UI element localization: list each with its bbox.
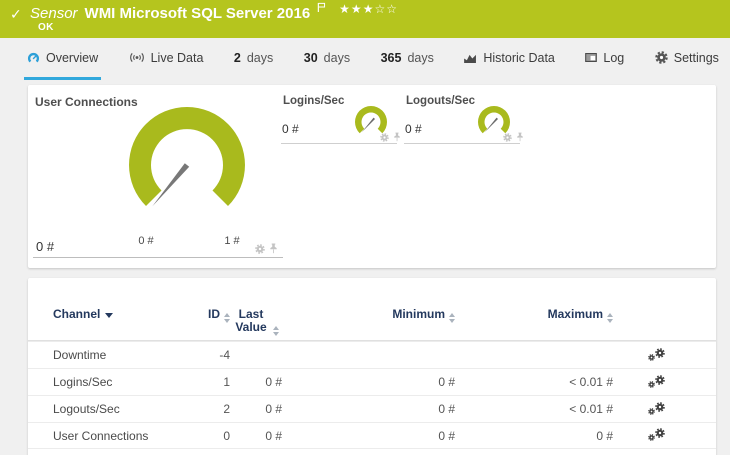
gear-icon bbox=[655, 51, 668, 64]
channel-id: 2 bbox=[223, 402, 230, 416]
tab-30-days[interactable]: 30 days bbox=[301, 38, 353, 80]
gauge-title: Logins/Sec bbox=[283, 95, 345, 107]
tab-2-days-unit: days bbox=[246, 50, 274, 65]
channels-table-panel: Channel ID Last Value Minimum Maximum Do… bbox=[28, 278, 716, 455]
status-badge: OK bbox=[38, 22, 54, 33]
tab-30-days-unit: days bbox=[323, 50, 351, 65]
tab-log[interactable]: Log bbox=[582, 38, 627, 80]
gauge-value: 0 # bbox=[36, 239, 55, 254]
tab-2-days[interactable]: 2 days bbox=[231, 38, 276, 80]
logins-gauge-widget: Logins/Sec 0 # bbox=[281, 93, 400, 144]
channel-id: -4 bbox=[219, 348, 230, 362]
channel-settings-gears-icon[interactable] bbox=[648, 374, 665, 388]
tab-historic-data-label: Historic Data bbox=[483, 50, 555, 65]
channel-minimum: 0 # bbox=[438, 375, 455, 389]
tab-365-days-unit: days bbox=[407, 50, 434, 65]
tab-365-days[interactable]: 365 days bbox=[378, 38, 437, 80]
gauge-pin-icon[interactable] bbox=[516, 132, 524, 142]
tab-settings-label: Settings bbox=[673, 50, 719, 65]
sort-arrows-icon bbox=[607, 313, 613, 323]
channel-last-value: 0 # bbox=[265, 375, 282, 389]
object-kind-label: Sensor bbox=[30, 4, 78, 22]
sensor-title: WMI Microsoft SQL Server 2016 bbox=[84, 4, 311, 22]
table-row-user-connections[interactable]: User Connections 0 0 # 0 # 0 # bbox=[28, 422, 716, 449]
tab-overview[interactable]: Overview bbox=[24, 38, 102, 80]
channel-name[interactable]: Logouts/Sec bbox=[53, 402, 198, 416]
live-data-icon bbox=[129, 52, 145, 63]
tab-log-label: Log bbox=[603, 50, 625, 65]
status-ok-check-icon: ✓ bbox=[10, 6, 22, 22]
gauge-settings-gear-icon[interactable] bbox=[503, 132, 512, 142]
empty-stars: ☆☆ bbox=[374, 2, 398, 16]
gauge-scale-max: 1 # bbox=[224, 235, 240, 247]
priority-stars[interactable]: ★★★☆☆ bbox=[339, 2, 398, 16]
channel-maximum: < 0.01 # bbox=[569, 375, 613, 389]
gauge-scale-min: 0 # bbox=[138, 235, 154, 247]
gauge-settings-gear-icon[interactable] bbox=[255, 243, 265, 254]
column-header-last-value[interactable]: Last Value bbox=[230, 308, 282, 337]
gauge-settings-gear-icon[interactable] bbox=[380, 132, 389, 142]
sort-arrows-icon bbox=[273, 326, 279, 336]
sensor-header: ✓ Sensor WMI Microsoft SQL Server 2016 ★… bbox=[0, 0, 730, 38]
channels-table-header: Channel ID Last Value Minimum Maximum bbox=[28, 278, 716, 341]
channel-name[interactable]: Logins/Sec bbox=[53, 375, 198, 389]
channel-name[interactable]: Downtime bbox=[53, 348, 198, 362]
channel-last-value: 0 # bbox=[265, 402, 282, 416]
channel-settings-gears-icon[interactable] bbox=[648, 347, 665, 361]
channel-last-value: 0 # bbox=[265, 428, 282, 443]
tab-30-days-number: 30 bbox=[303, 50, 318, 65]
tab-overview-label: Overview bbox=[46, 50, 99, 65]
prtg-sensor-page: ✓ Sensor WMI Microsoft SQL Server 2016 ★… bbox=[0, 0, 730, 455]
channel-maximum: < 0.01 # bbox=[569, 402, 613, 416]
filled-stars: ★★★ bbox=[339, 2, 375, 16]
column-header-channel[interactable]: Channel bbox=[53, 308, 198, 321]
channel-minimum: 0 # bbox=[438, 428, 455, 443]
gauge-title: Logouts/Sec bbox=[406, 95, 476, 107]
sort-arrows-icon bbox=[449, 313, 455, 323]
column-header-maximum[interactable]: Maximum bbox=[455, 308, 613, 324]
gauge-pin-icon[interactable] bbox=[393, 132, 401, 142]
tab-live-data[interactable]: Live Data bbox=[126, 38, 207, 80]
channel-settings-gears-icon[interactable] bbox=[648, 428, 665, 441]
tab-live-data-label: Live Data bbox=[150, 50, 204, 65]
column-header-id[interactable]: ID bbox=[198, 308, 230, 324]
tab-historic-data[interactable]: Historic Data bbox=[461, 38, 558, 80]
gauge-icon bbox=[27, 52, 40, 64]
channel-name[interactable]: User Connections bbox=[53, 429, 198, 443]
tab-settings[interactable]: Settings bbox=[652, 38, 722, 80]
gauge-value: 0 # bbox=[405, 122, 422, 136]
channel-id: 1 bbox=[223, 375, 230, 389]
tab-bar: Overview Live Data 2 days 30 days 365 da… bbox=[0, 38, 730, 80]
channel-maximum: 0 # bbox=[596, 428, 613, 443]
channel-minimum: 0 # bbox=[438, 402, 455, 416]
gauge-pin-icon[interactable] bbox=[269, 243, 278, 254]
flag-icon[interactable] bbox=[317, 0, 326, 18]
column-header-minimum[interactable]: Minimum bbox=[282, 308, 455, 324]
sort-caret-down-icon bbox=[105, 313, 114, 318]
table-row-logouts-sec[interactable]: Logouts/Sec 2 0 # 0 # < 0.01 # bbox=[28, 395, 716, 422]
user-connections-gauge-widget: User Connections 0 # 1 # 0 # bbox=[33, 93, 283, 258]
gauges-panel: User Connections 0 # 1 # 0 # Logins/Sec … bbox=[28, 85, 716, 268]
user-connections-gauge bbox=[129, 107, 245, 207]
gauge-value: 0 # bbox=[282, 122, 299, 136]
channel-settings-gears-icon[interactable] bbox=[648, 401, 665, 415]
sort-arrows-icon bbox=[224, 313, 230, 323]
logouts-gauge-widget: Logouts/Sec 0 # bbox=[404, 93, 523, 144]
table-row-downtime[interactable]: Downtime -4 bbox=[28, 341, 716, 368]
table-row-logins-sec[interactable]: Logins/Sec 1 0 # 0 # < 0.01 # bbox=[28, 368, 716, 395]
channel-id: 0 bbox=[223, 428, 230, 443]
tab-2-days-number: 2 bbox=[233, 50, 241, 65]
area-chart-icon bbox=[464, 53, 477, 63]
tab-365-days-number: 365 bbox=[380, 50, 402, 65]
log-window-icon bbox=[585, 53, 598, 63]
